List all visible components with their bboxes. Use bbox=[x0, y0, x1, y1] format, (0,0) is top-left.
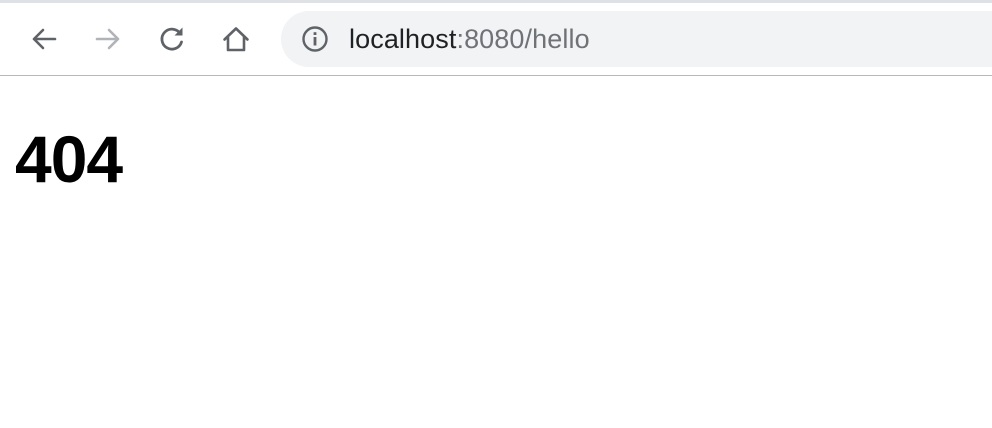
back-arrow-icon bbox=[32, 28, 57, 50]
forward-button[interactable] bbox=[88, 19, 128, 59]
home-icon bbox=[223, 27, 249, 52]
page-content: 404 bbox=[0, 76, 992, 428]
url-path: :8080/hello bbox=[456, 24, 590, 54]
browser-toolbar: localhost:8080/hello bbox=[0, 3, 992, 76]
back-button[interactable] bbox=[24, 19, 64, 59]
reload-button[interactable] bbox=[152, 19, 192, 59]
forward-arrow-icon bbox=[95, 28, 120, 50]
reload-icon bbox=[160, 27, 183, 51]
address-bar[interactable]: localhost:8080/hello bbox=[281, 11, 992, 67]
home-button[interactable] bbox=[216, 19, 256, 59]
url-text[interactable]: localhost:8080/hello bbox=[349, 11, 590, 67]
error-status-heading: 404 bbox=[15, 122, 123, 196]
info-icon[interactable] bbox=[301, 25, 329, 53]
url-host: localhost bbox=[349, 24, 457, 54]
